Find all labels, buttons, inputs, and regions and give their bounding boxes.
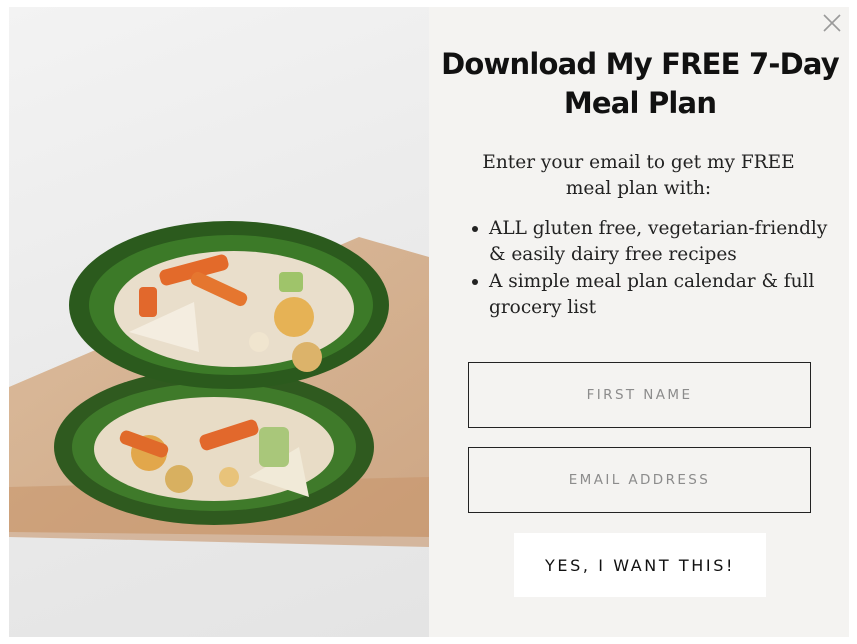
bullet-dot [472, 279, 478, 285]
wrap-illustration [9, 221, 429, 547]
popup-intro: Enter your email to get my FREE meal pla… [482, 152, 795, 199]
benefit-list: ALL gluten free, vegetarian-friendly & e… [469, 216, 839, 322]
benefit-item: A simple meal plan calendar & full groce… [469, 269, 839, 321]
submit-button[interactable]: YES, I WANT THIS! [514, 533, 766, 597]
benefit-text: ALL gluten free, vegetarian-friendly & e… [489, 218, 828, 265]
first-name-input[interactable] [468, 362, 811, 428]
close-icon[interactable] [820, 11, 844, 35]
spinach-wrap-photo [9, 7, 429, 637]
meal-plan-popup: Download My FREE 7-Day Meal Plan Enter y… [9, 7, 849, 637]
bullet-dot [472, 226, 478, 232]
email-address-input[interactable] [468, 447, 811, 513]
benefit-item: ALL gluten free, vegetarian-friendly & e… [469, 216, 839, 268]
popup-headline: Download My FREE 7-Day Meal Plan [441, 47, 840, 120]
close-icon-glyph [823, 14, 841, 32]
benefit-text: A simple meal plan calendar & full groce… [489, 271, 815, 318]
